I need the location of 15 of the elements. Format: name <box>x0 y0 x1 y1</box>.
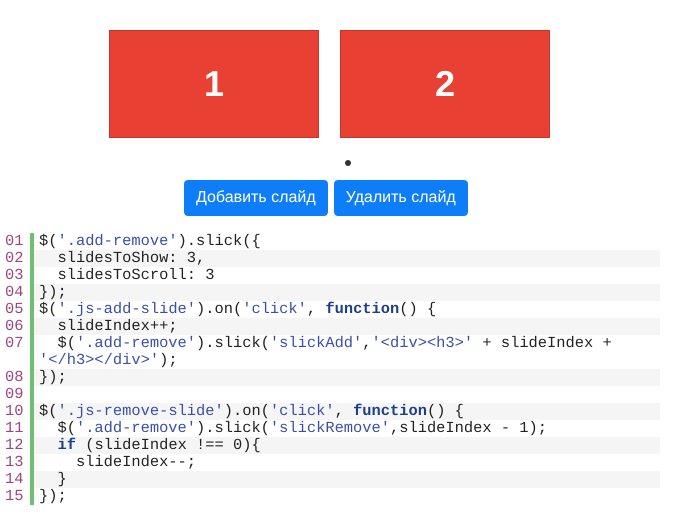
line-number: 07 <box>0 335 34 352</box>
slide: 2 <box>340 30 550 138</box>
code-line: $('.add-remove').slick('slickRemove',slideIndex - 1); <box>56 420 548 437</box>
code-line: slideIndex--; <box>74 454 198 471</box>
code-line: }); <box>38 488 68 505</box>
slide-button[interactable]: Удалить слайд <box>334 180 468 216</box>
slide-button[interactable]: Добавить слайд <box>184 180 328 216</box>
code-line: $('.add-remove').slick('slickAdd','<div><h3>' + slideIndex + <box>56 335 613 352</box>
line-number: 15 <box>0 488 34 505</box>
code-line: $('.add-remove').slick({ <box>38 233 262 250</box>
code-line: slidesToScroll: 3 <box>56 267 216 284</box>
pagination-dot[interactable] <box>345 160 351 166</box>
code-line: '</h3></div>'); <box>38 352 179 369</box>
code-line: $('.js-add-slide').on('click', function() { <box>38 301 438 318</box>
slide: 1 <box>109 30 319 138</box>
